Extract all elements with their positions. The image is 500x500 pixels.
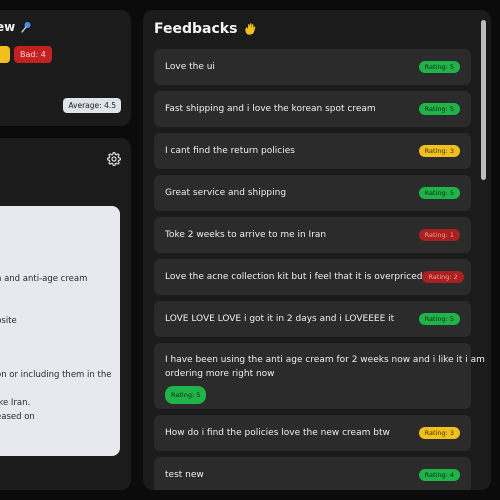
- feedback-item[interactable]: Fast shipping and i love the korean spot…: [154, 91, 471, 127]
- rating-badge: Rating: 3: [418, 427, 460, 439]
- feedback-list: Love the ui Rating: 5 Fast shipping and …: [154, 49, 485, 490]
- feedback-text: test new: [165, 470, 204, 480]
- feedback-item[interactable]: test new Rating: 4: [154, 457, 471, 490]
- feedback-text: Love the ui: [165, 62, 215, 72]
- rating-badge: Rating: 5: [418, 187, 460, 199]
- feedback-text: I have been using the anti age cream for…: [165, 355, 485, 365]
- gear-icon[interactable]: [107, 152, 121, 166]
- overview-title-text: ew: [0, 20, 16, 34]
- feedback-item[interactable]: Love the ui Rating: 5: [154, 49, 471, 85]
- analysis-panel: n and anti-age cream bsite on or includi…: [0, 138, 131, 490]
- bad-count-badge: Bad: 4: [14, 46, 52, 63]
- rating-badge: Rating: 4: [418, 469, 460, 481]
- rating-badge: Rating: 2: [422, 271, 464, 283]
- average-rating-badge: Average: 4.5: [63, 98, 121, 113]
- analysis-line: bsite: [0, 316, 17, 326]
- feedback-text: I cant find the return policies: [165, 146, 295, 156]
- analysis-line: on or including them in the: [0, 370, 112, 380]
- feedback-item[interactable]: Love the acne collection kit but i feel …: [154, 259, 471, 295]
- rating-badge: Rating: 5: [165, 386, 207, 404]
- feedback-text: LOVE LOVE LOVE i got it in 2 days and i …: [165, 314, 395, 324]
- feedback-item[interactable]: Great service and shipping Rating: 5: [154, 175, 471, 211]
- rating-badge: Rating: 1: [418, 229, 460, 241]
- analysis-line: eased on: [0, 412, 35, 422]
- feedback-title-text: Feedbacks: [154, 21, 238, 37]
- overview-panel: ew Bad: 4 Average: 4.5: [0, 10, 131, 126]
- feedback-text: ordering more right now: [165, 369, 275, 379]
- feedback-title: Feedbacks: [154, 21, 257, 37]
- analysis-summary-card: n and anti-age cream bsite on or includi…: [0, 206, 120, 456]
- feedback-text: Toke 2 weeks to arrive to me in Iran: [165, 230, 327, 240]
- scrollbar[interactable]: [481, 20, 486, 180]
- analysis-line: ike Iran.: [0, 398, 31, 408]
- rating-badge: Rating: 5: [418, 103, 460, 115]
- feedback-item[interactable]: LOVE LOVE LOVE i got it in 2 days and i …: [154, 301, 471, 337]
- rating-badge: Rating: 5: [418, 313, 460, 325]
- feedback-text: How do i find the policies love the new …: [165, 428, 390, 438]
- rating-badge: Rating: 5: [418, 61, 460, 73]
- feedback-item[interactable]: Toke 2 weeks to arrive to me in Iran Rat…: [154, 217, 471, 253]
- feedback-item[interactable]: I have been using the anti age cream for…: [154, 343, 485, 409]
- feedback-text: Love the acne collection kit but i feel …: [165, 272, 423, 282]
- pin-icon: [21, 22, 31, 33]
- rating-badge: Rating: 3: [418, 145, 460, 157]
- analysis-line: n and anti-age cream: [0, 274, 88, 284]
- overview-title: ew: [0, 20, 32, 34]
- feedback-text: Great service and shipping: [165, 188, 287, 198]
- rating-summary-badges: Bad: 4: [0, 46, 52, 63]
- feedback-item[interactable]: I cant find the return policies Rating: …: [154, 133, 471, 169]
- feedback-panel: Feedbacks Love the ui Rating: 5 Fast shi…: [143, 10, 491, 490]
- feedback-item[interactable]: How do i find the policies love the new …: [154, 415, 471, 451]
- feedback-text: Fast shipping and i love the korean spot…: [165, 104, 376, 114]
- waving-hand-icon: [245, 23, 256, 35]
- neutral-count-badge: [0, 46, 10, 63]
